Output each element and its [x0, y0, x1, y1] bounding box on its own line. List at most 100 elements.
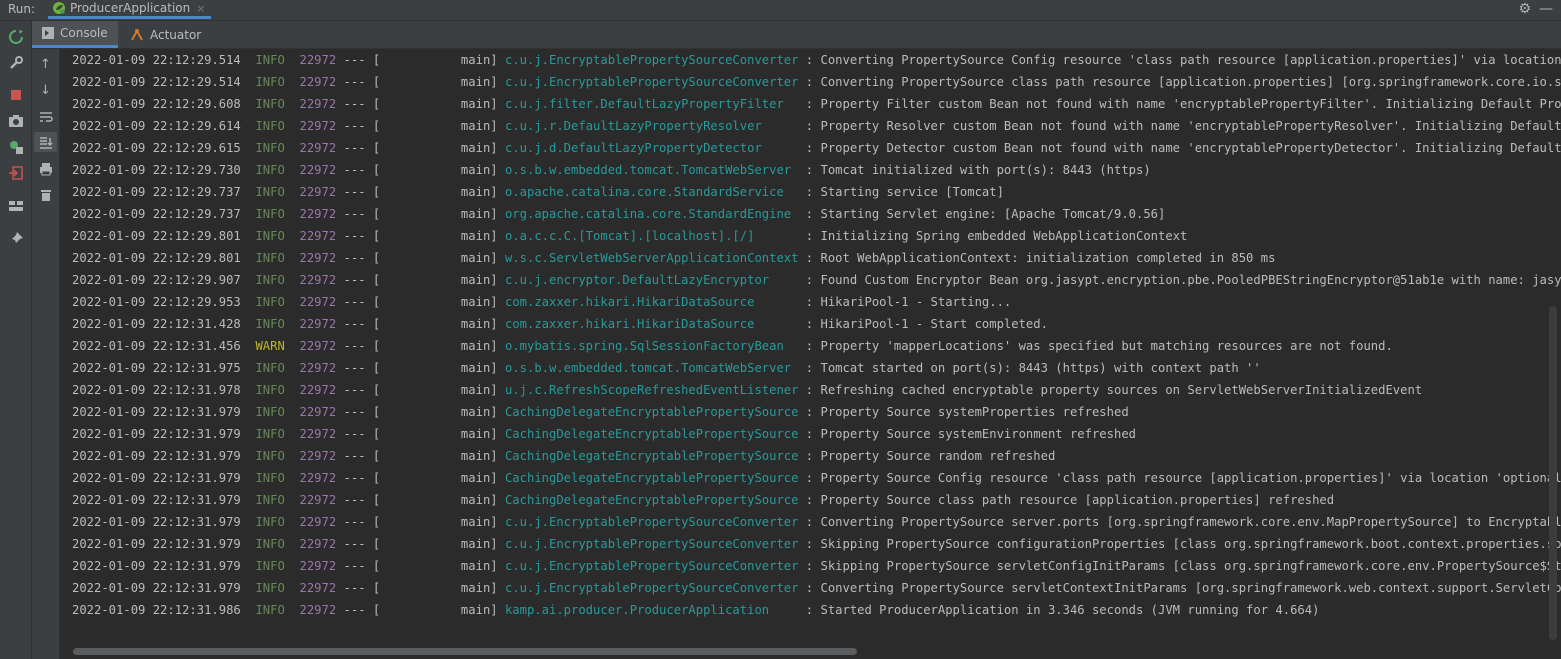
- log-line: 2022-01-09 22:12:29.514 INFO 22972 --- […: [72, 71, 1561, 93]
- down-arrow-icon[interactable]: ↓: [37, 82, 54, 99]
- log-spacer: [285, 295, 300, 309]
- log-timestamp: 2022-01-09 22:12:31.975: [72, 361, 241, 375]
- log-message: : Property Source systemEnvironment refr…: [798, 427, 1136, 441]
- log-pid: 22972: [299, 405, 337, 419]
- console-output[interactable]: 2022-01-09 22:12:29.514 INFO 22972 --- […: [60, 49, 1561, 645]
- up-arrow-icon[interactable]: ↑: [37, 56, 54, 73]
- tab-console[interactable]: Console: [32, 21, 118, 48]
- log-logger: com.zaxxer.hikari.HikariDataSource: [504, 317, 799, 331]
- log-level: WARN: [255, 339, 285, 353]
- log-message: : Skipping PropertySource configurationP…: [805, 537, 1561, 551]
- run-actions-toolbar: [0, 21, 32, 659]
- horizontal-scrollbar-thumb[interactable]: [73, 648, 857, 655]
- log-spacer: [285, 119, 300, 133]
- stop-icon[interactable]: [7, 86, 24, 103]
- log-pid: 22972: [299, 383, 337, 397]
- log-line: 2022-01-09 22:12:31.428 INFO 22972 --- […: [72, 313, 1561, 335]
- soft-wrap-icon[interactable]: [37, 108, 54, 125]
- trash-icon[interactable]: [37, 186, 54, 203]
- log-logger: o.mybatis.spring.SqlSessionFactoryBean: [504, 339, 799, 353]
- log-level: INFO: [255, 295, 285, 309]
- close-tab-icon[interactable]: ×: [196, 2, 205, 15]
- log-level: INFO: [255, 493, 285, 507]
- log-level: INFO: [255, 185, 285, 199]
- rerun-icon[interactable]: [7, 28, 24, 45]
- log-thread: main]: [380, 603, 505, 617]
- log-spacer: [285, 515, 300, 529]
- log-pid: 22972: [299, 141, 337, 155]
- log-line: 2022-01-09 22:12:29.615 INFO 22972 --- […: [72, 137, 1561, 159]
- log-spacer: [285, 383, 300, 397]
- log-thread: main]: [380, 383, 505, 397]
- log-line: 2022-01-09 22:12:31.979 INFO 22972 --- […: [72, 555, 1561, 577]
- log-spacer: [241, 515, 256, 529]
- gear-icon[interactable]: ⚙: [1518, 1, 1531, 17]
- log-thread: main]: [380, 295, 505, 309]
- log-spacer: [285, 581, 300, 595]
- log-spacer: [285, 141, 300, 155]
- log-message: : Started ProducerApplication in 3.346 s…: [798, 603, 1320, 617]
- layout-icon[interactable]: [7, 197, 24, 214]
- scroll-to-end-icon[interactable]: [37, 134, 54, 151]
- log-pid: 22972: [299, 471, 337, 485]
- run-config-tab[interactable]: ProducerApplication ×: [48, 0, 212, 19]
- log-spacer: [285, 251, 300, 265]
- log-spacer: [241, 471, 256, 485]
- log-logger: u.j.c.RefreshScopeRefreshedEventListener: [504, 383, 799, 397]
- log-thread: main]: [380, 207, 505, 221]
- log-spacer: [241, 317, 256, 331]
- log-timestamp: 2022-01-09 22:12:31.978: [72, 383, 241, 397]
- log-pid: 22972: [299, 537, 337, 551]
- restore-layout-icon[interactable]: [7, 138, 24, 155]
- log-message: : Found Custom Encryptor Bean org.jasypt…: [805, 273, 1561, 287]
- print-icon[interactable]: [37, 160, 54, 177]
- log-timestamp: 2022-01-09 22:12:31.979: [72, 537, 241, 551]
- log-logger: CachingDelegateEncryptablePropertySource: [504, 405, 799, 419]
- pin-icon[interactable]: [7, 230, 24, 247]
- log-separator: --- [: [336, 295, 381, 309]
- minimize-icon[interactable]: —: [1539, 1, 1553, 17]
- vertical-scrollbar-thumb[interactable]: [1549, 306, 1557, 640]
- log-thread: main]: [380, 273, 505, 287]
- log-thread: main]: [380, 251, 505, 265]
- log-pid: 22972: [299, 295, 337, 309]
- log-separator: --- [: [336, 427, 381, 441]
- log-spacer: [285, 317, 300, 331]
- log-thread: main]: [380, 119, 505, 133]
- log-pid: 22972: [299, 207, 337, 221]
- run-config-tab-label: ProducerApplication: [70, 1, 191, 15]
- log-line: 2022-01-09 22:12:29.737 INFO 22972 --- […: [72, 181, 1561, 203]
- log-timestamp: 2022-01-09 22:12:29.737: [72, 185, 241, 199]
- log-separator: --- [: [336, 361, 381, 375]
- log-line: 2022-01-09 22:12:31.979 INFO 22972 --- […: [72, 401, 1561, 423]
- log-timestamp: 2022-01-09 22:12:31.979: [72, 471, 241, 485]
- run-subtabs: Console Actuator: [32, 21, 1561, 49]
- log-spacer: [285, 75, 300, 89]
- log-pid: 22972: [299, 97, 337, 111]
- log-lines: 2022-01-09 22:12:29.514 INFO 22972 --- […: [72, 49, 1561, 621]
- horizontal-scrollbar[interactable]: [60, 645, 1561, 659]
- log-level: INFO: [255, 383, 285, 397]
- log-pid: 22972: [299, 361, 337, 375]
- tab-actuator[interactable]: Actuator: [124, 21, 207, 48]
- log-thread: main]: [380, 471, 505, 485]
- log-spacer: [241, 97, 256, 111]
- log-pid: 22972: [299, 559, 337, 573]
- log-thread: main]: [380, 339, 505, 353]
- log-timestamp: 2022-01-09 22:12:31.986: [72, 603, 241, 617]
- log-thread: main]: [380, 515, 505, 529]
- log-message: : Starting Servlet engine: [Apache Tomca…: [798, 207, 1166, 221]
- camera-icon[interactable]: [7, 112, 24, 129]
- log-logger: c.u.j.d.DefaultLazyPropertyDetector: [504, 141, 799, 155]
- log-spacer: [241, 119, 256, 133]
- log-thread: main]: [380, 229, 505, 243]
- log-thread: main]: [380, 185, 505, 199]
- actuator-icon: [131, 28, 143, 40]
- wrench-icon[interactable]: [7, 54, 24, 71]
- log-separator: --- [: [336, 251, 381, 265]
- exit-icon[interactable]: [7, 164, 24, 181]
- log-spacer: [285, 603, 300, 617]
- log-spacer: [241, 185, 256, 199]
- log-separator: --- [: [336, 383, 381, 397]
- log-level: INFO: [255, 53, 285, 67]
